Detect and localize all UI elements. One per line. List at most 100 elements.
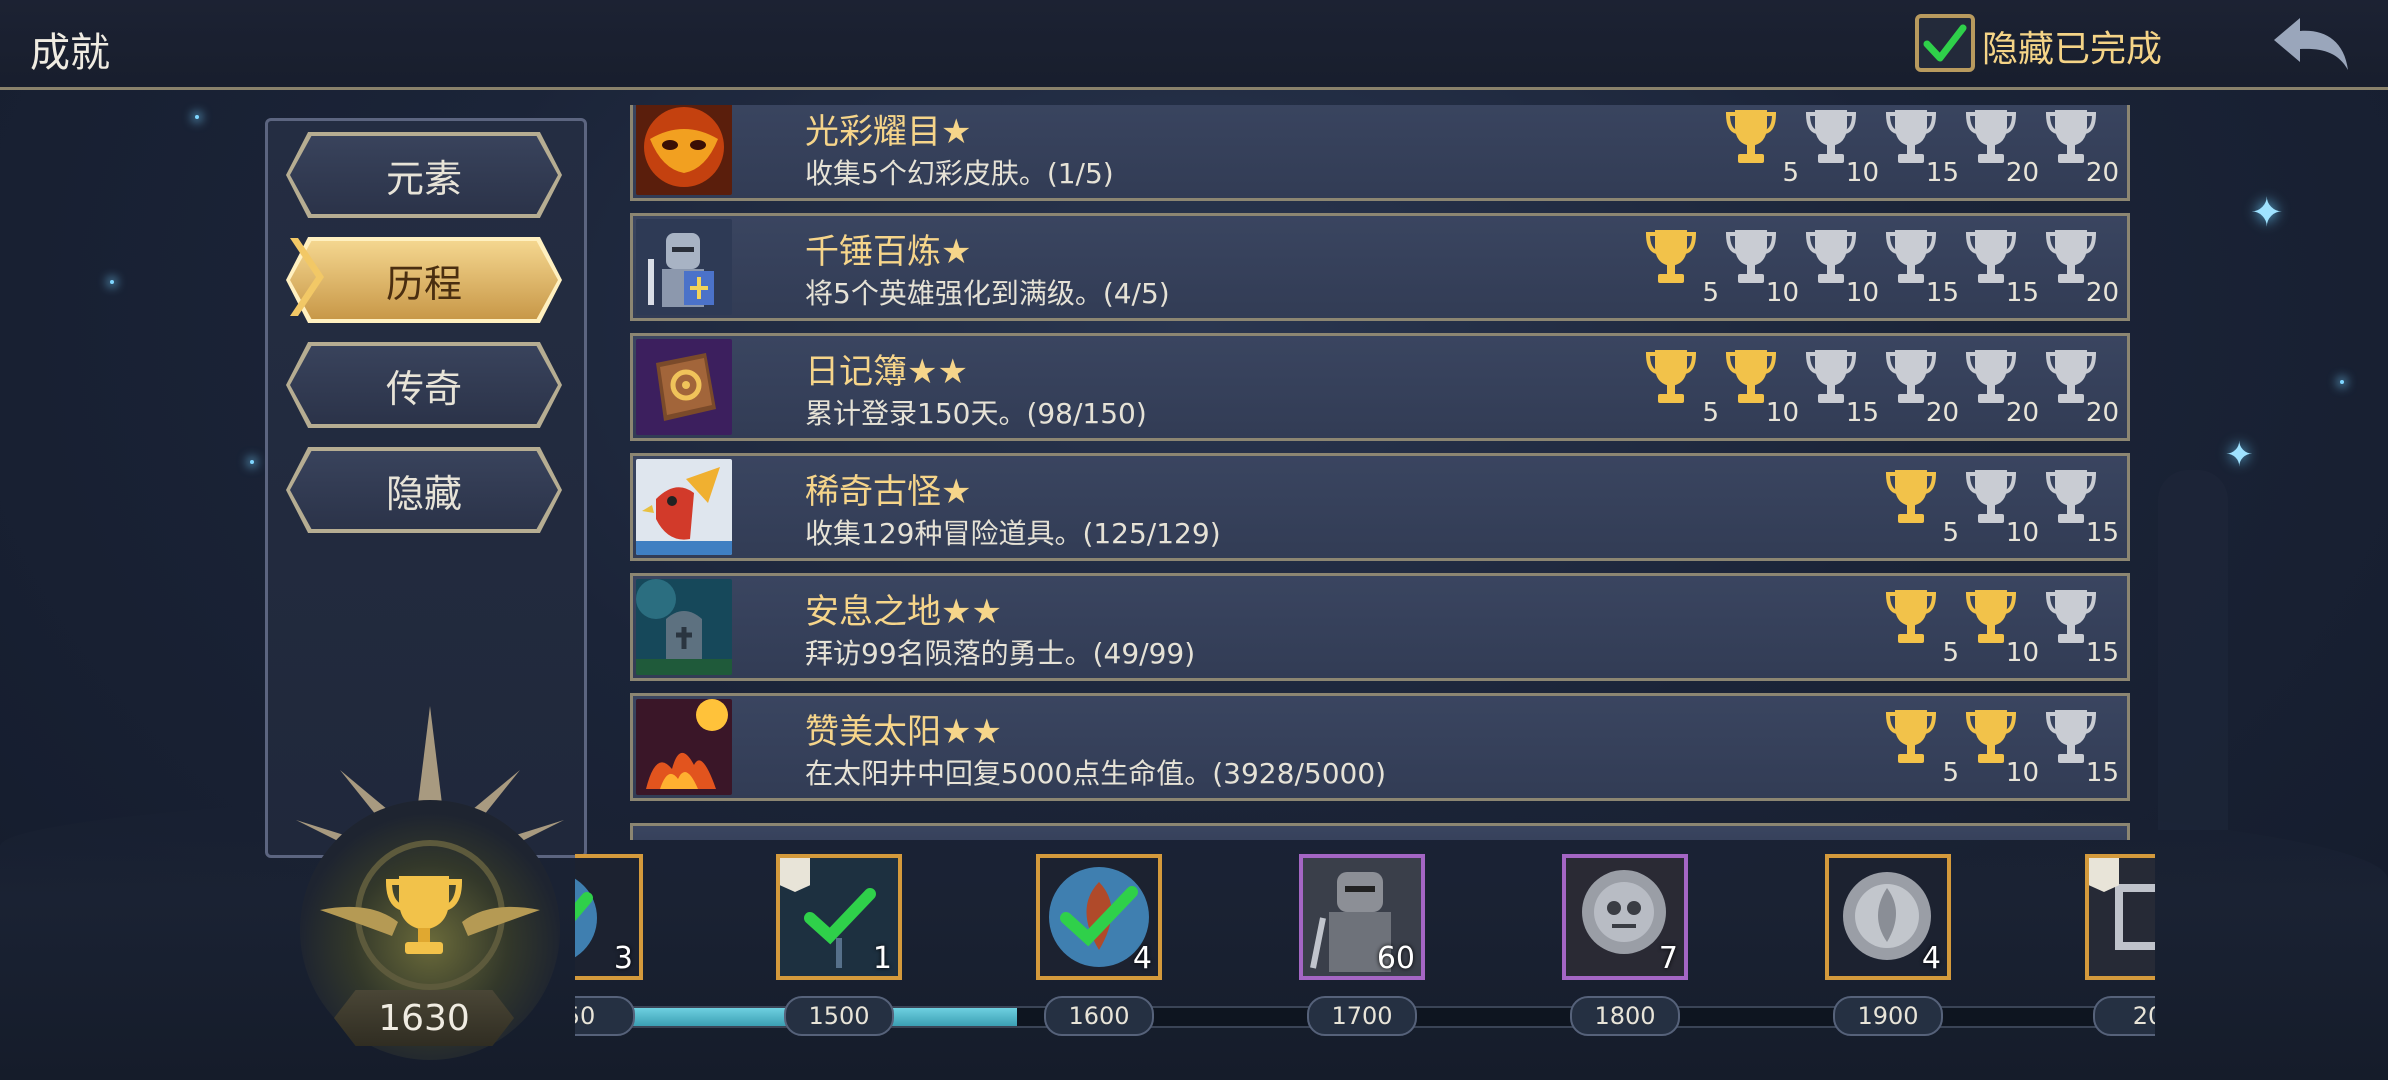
achievement-title: 日记簿★★ bbox=[805, 352, 968, 392]
trophy-tier-number: 20 bbox=[2085, 278, 2119, 308]
progress-tick: 1900 bbox=[1833, 996, 1943, 1036]
gold-trophy-tier: 10 bbox=[1725, 346, 1799, 432]
reward-track[interactable]: 3 1 4 60 7 4 50 1500 1600 1700 1800 1900… bbox=[575, 850, 2155, 1050]
reward-box[interactable] bbox=[2085, 854, 2155, 980]
achievement-row[interactable]: 赞美太阳★★ 在太阳井中回复5000点生命值。(3928/5000) 5 10 15 bbox=[630, 693, 2130, 801]
achievement-title: 光彩耀目★ bbox=[805, 112, 972, 152]
silver-trophy-tier: 20 bbox=[1965, 346, 2039, 432]
category-tab-legend[interactable]: 传奇 bbox=[290, 346, 558, 424]
trophy-tiers: 5 10 15 bbox=[1885, 586, 2119, 672]
silver-trophy-tier: 10 bbox=[1725, 226, 1799, 312]
trophy-tiers: 5 10 15 bbox=[1885, 706, 2119, 792]
silver-trophy-tier: 15 bbox=[1965, 226, 2039, 312]
trophy-tier-number: 5 bbox=[1782, 158, 1799, 188]
trophy-tier-number: 5 bbox=[1702, 398, 1719, 428]
background-star bbox=[195, 115, 199, 119]
achievement-row[interactable]: 千锤百炼★ 将5个英雄强化到满级。(4/5) 5 10 10 15 15 20 bbox=[630, 213, 2130, 321]
silver-trophy-tier: 15 bbox=[1805, 346, 1879, 432]
trophy-tier-number: 5 bbox=[1942, 518, 1959, 548]
trophy-tier-number: 20 bbox=[1925, 398, 1959, 428]
hide-completed-label[interactable]: 隐藏已完成 bbox=[1982, 20, 2162, 72]
silver-trophy-tier: 15 bbox=[1885, 226, 1959, 312]
reward-box[interactable]: 4 bbox=[1825, 854, 1951, 980]
silver-trophy-tier: 15 bbox=[2045, 586, 2119, 672]
trophy-icon bbox=[1645, 230, 1697, 283]
silver-trophy-tier: 20 bbox=[2045, 106, 2119, 192]
achievement-icon-sun bbox=[636, 699, 732, 795]
trophy-tier-number: 20 bbox=[2085, 158, 2119, 188]
achievement-icon-bird bbox=[636, 459, 732, 555]
reward-box[interactable]: 3 bbox=[575, 854, 643, 980]
progress-tick: 1500 bbox=[784, 996, 894, 1036]
trophy-tier-number: 20 bbox=[2005, 398, 2039, 428]
achievement-icon-knight bbox=[636, 219, 732, 315]
trophy-icon bbox=[1885, 710, 1937, 763]
hide-completed-checkbox[interactable] bbox=[1915, 14, 1975, 72]
gold-trophy-tier: 5 bbox=[1645, 346, 1719, 432]
trophy-tier-number: 15 bbox=[1925, 278, 1959, 308]
trophy-icon bbox=[1725, 110, 1777, 163]
trophy-tier-number: 5 bbox=[1702, 278, 1719, 308]
reward-box[interactable]: 7 bbox=[1562, 854, 1688, 980]
silver-trophy-tier: 20 bbox=[1965, 106, 2039, 192]
category-tab-elements[interactable]: 元素 bbox=[290, 136, 558, 214]
page-title: 成就 bbox=[30, 30, 110, 76]
reward-count: 7 bbox=[1658, 941, 1678, 976]
gold-trophy-tier: 5 bbox=[1885, 466, 1959, 552]
back-button[interactable] bbox=[2268, 14, 2352, 76]
achievement-desc: 将5个英雄强化到满级。(4/5) bbox=[805, 277, 1170, 310]
category-tab-hidden[interactable]: 隐藏 bbox=[290, 451, 558, 529]
progress-tick: 1600 bbox=[1044, 996, 1154, 1036]
achievement-icon-mask bbox=[636, 105, 732, 195]
background-star bbox=[2340, 380, 2344, 384]
silver-trophy-tier: 20 bbox=[2045, 226, 2119, 312]
reward-count: 1 bbox=[872, 941, 892, 976]
rune-tag-icon bbox=[780, 858, 810, 892]
trophy-tiers: 5 10 15 20 20 bbox=[1725, 106, 2119, 192]
reward-box[interactable]: 4 bbox=[1036, 854, 1162, 980]
background-sparkle: ✦ bbox=[2225, 435, 2254, 475]
reward-box[interactable]: 1 bbox=[776, 854, 902, 980]
silver-trophy-tier: 20 bbox=[1885, 346, 1959, 432]
trophy-tier-number: 10 bbox=[2005, 758, 2039, 788]
gold-trophy-icon bbox=[385, 876, 463, 954]
achievement-row-partial[interactable] bbox=[630, 823, 2130, 840]
reward-count: 3 bbox=[613, 941, 633, 976]
achievement-title: 安息之地★★ bbox=[805, 592, 1002, 632]
achievement-row[interactable]: 稀奇古怪★ 收集129种冒险道具。(125/129) 5 10 15 bbox=[630, 453, 2130, 561]
trophy-tier-number: 5 bbox=[1942, 638, 1959, 668]
achievement-list[interactable]: 光彩耀目★ 收集5个幻彩皮肤。(1/5) 5 10 15 20 20 千锤百炼★ 将5个… bbox=[628, 105, 2133, 840]
achievement-row[interactable]: 安息之地★★ 拜访99名陨落的勇士。(49/99) 5 10 15 bbox=[630, 573, 2130, 681]
trophy-tier-number: 20 bbox=[2005, 158, 2039, 188]
achievement-desc: 拜访99名陨落的勇士。(49/99) bbox=[805, 637, 1196, 670]
achievement-row[interactable]: 日记簿★★ 累计登录150天。(98/150) 5 10 15 20 20 20 bbox=[630, 333, 2130, 441]
active-tab-arrow-icon bbox=[290, 238, 324, 316]
gold-trophy-tier: 5 bbox=[1885, 586, 1959, 672]
achievement-score: 1630 bbox=[334, 990, 514, 1046]
progress-tick: 20 bbox=[2093, 996, 2155, 1036]
trophy-tier-number: 15 bbox=[1925, 158, 1959, 188]
trophy-tiers: 5 10 15 20 20 20 bbox=[1645, 346, 2119, 432]
trophy-tier-number: 10 bbox=[1765, 278, 1799, 308]
silver-trophy-tier: 15 bbox=[2045, 466, 2119, 552]
silver-trophy-tier: 15 bbox=[1885, 106, 1959, 192]
trophy-icon bbox=[1645, 350, 1697, 403]
trophy-tier-number: 15 bbox=[2085, 638, 2119, 668]
background-star bbox=[110, 280, 114, 284]
category-tab-journey[interactable]: 历程 bbox=[290, 241, 558, 319]
background-star bbox=[250, 460, 254, 464]
checkmark-icon bbox=[1923, 24, 1967, 62]
top-bar: 成就 隐藏已完成 bbox=[0, 0, 2388, 90]
trophy-icon bbox=[1885, 590, 1937, 643]
gold-trophy-tier: 5 bbox=[1725, 106, 1799, 192]
trophy-tier-number: 20 bbox=[2085, 398, 2119, 428]
reward-count: 60 bbox=[1376, 941, 1415, 976]
silver-trophy-tier: 10 bbox=[1965, 466, 2039, 552]
trophy-tier-number: 10 bbox=[1845, 278, 1879, 308]
gold-trophy-tier: 10 bbox=[1965, 706, 2039, 792]
trophy-tier-number: 10 bbox=[2005, 638, 2039, 668]
reward-box[interactable]: 60 bbox=[1299, 854, 1425, 980]
silver-trophy-tier: 20 bbox=[2045, 346, 2119, 432]
achievement-row[interactable]: 光彩耀目★ 收集5个幻彩皮肤。(1/5) 5 10 15 20 20 bbox=[630, 105, 2130, 201]
trophy-tiers: 5 10 10 15 15 20 bbox=[1645, 226, 2119, 312]
